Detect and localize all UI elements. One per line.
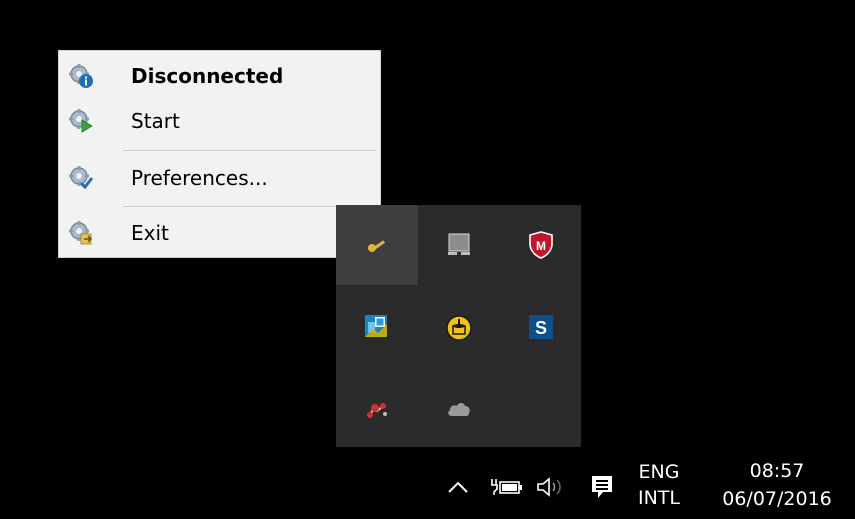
excel-addin-icon bbox=[365, 315, 387, 337]
gear-info-icon bbox=[69, 64, 93, 88]
menu-label-disconnected: Disconnected bbox=[131, 64, 284, 88]
menu-item-disconnected[interactable]: Disconnected bbox=[59, 52, 380, 100]
tray-icon-key[interactable] bbox=[336, 205, 418, 285]
tray-icon-cake[interactable] bbox=[418, 287, 500, 367]
menu-separator bbox=[123, 150, 376, 151]
cake-icon bbox=[446, 315, 472, 341]
gear-exit-icon bbox=[69, 221, 92, 245]
mcafee-shield-icon: M bbox=[529, 231, 553, 259]
menu-label-start: Start bbox=[131, 109, 180, 133]
input-language-indicator[interactable]: ENG INTL bbox=[634, 459, 684, 511]
key-icon bbox=[368, 240, 385, 252]
figure-app-icon bbox=[367, 403, 387, 418]
cloud-icon bbox=[448, 403, 470, 416]
battery-plug-icon bbox=[491, 479, 522, 495]
keyboard-layout: INTL bbox=[637, 487, 680, 509]
svg-text:S: S bbox=[535, 318, 547, 338]
clock-time: 08:57 bbox=[749, 460, 805, 482]
clock-date: 06/07/2016 bbox=[722, 488, 832, 510]
gear-check-icon bbox=[69, 166, 94, 190]
tray-icon-mcafee[interactable]: M bbox=[500, 205, 582, 285]
language-code: ENG bbox=[638, 461, 680, 483]
tray-overflow-panel: M S bbox=[336, 205, 581, 447]
show-hidden-icons-button[interactable] bbox=[440, 469, 476, 505]
taskbar-notification-area: ENG INTL 08:57 06/07/2016 bbox=[0, 447, 855, 519]
menu-label-exit: Exit bbox=[131, 221, 169, 245]
tray-icon-display[interactable] bbox=[418, 205, 500, 285]
chevron-up-icon bbox=[448, 481, 468, 493]
action-center-button[interactable] bbox=[582, 467, 622, 507]
tray-icon-figure-app[interactable] bbox=[336, 369, 418, 449]
desktop: Disconnected Start Preferences... Exit M… bbox=[0, 0, 855, 519]
volume-button[interactable] bbox=[530, 469, 570, 505]
gear-play-icon bbox=[69, 109, 93, 133]
s-app-icon: S bbox=[529, 315, 553, 339]
power-status-button[interactable] bbox=[486, 469, 526, 505]
svg-text:M: M bbox=[536, 239, 546, 253]
menu-label-preferences: Preferences... bbox=[131, 166, 268, 190]
menu-item-preferences[interactable]: Preferences... bbox=[59, 154, 380, 202]
taskbar-clock[interactable]: 08:57 06/07/2016 bbox=[712, 457, 842, 513]
display-icon bbox=[448, 233, 470, 255]
tray-icon-cloud[interactable] bbox=[418, 369, 500, 449]
action-center-icon bbox=[592, 476, 612, 498]
speaker-icon bbox=[537, 477, 561, 497]
menu-item-exit[interactable]: Exit bbox=[59, 209, 380, 257]
menu-item-start[interactable]: Start bbox=[59, 97, 380, 145]
tray-icon-s-app[interactable]: S bbox=[500, 287, 582, 367]
tray-context-menu: Disconnected Start Preferences... Exit bbox=[58, 50, 381, 258]
tray-icon-excel-addin[interactable] bbox=[336, 287, 418, 367]
